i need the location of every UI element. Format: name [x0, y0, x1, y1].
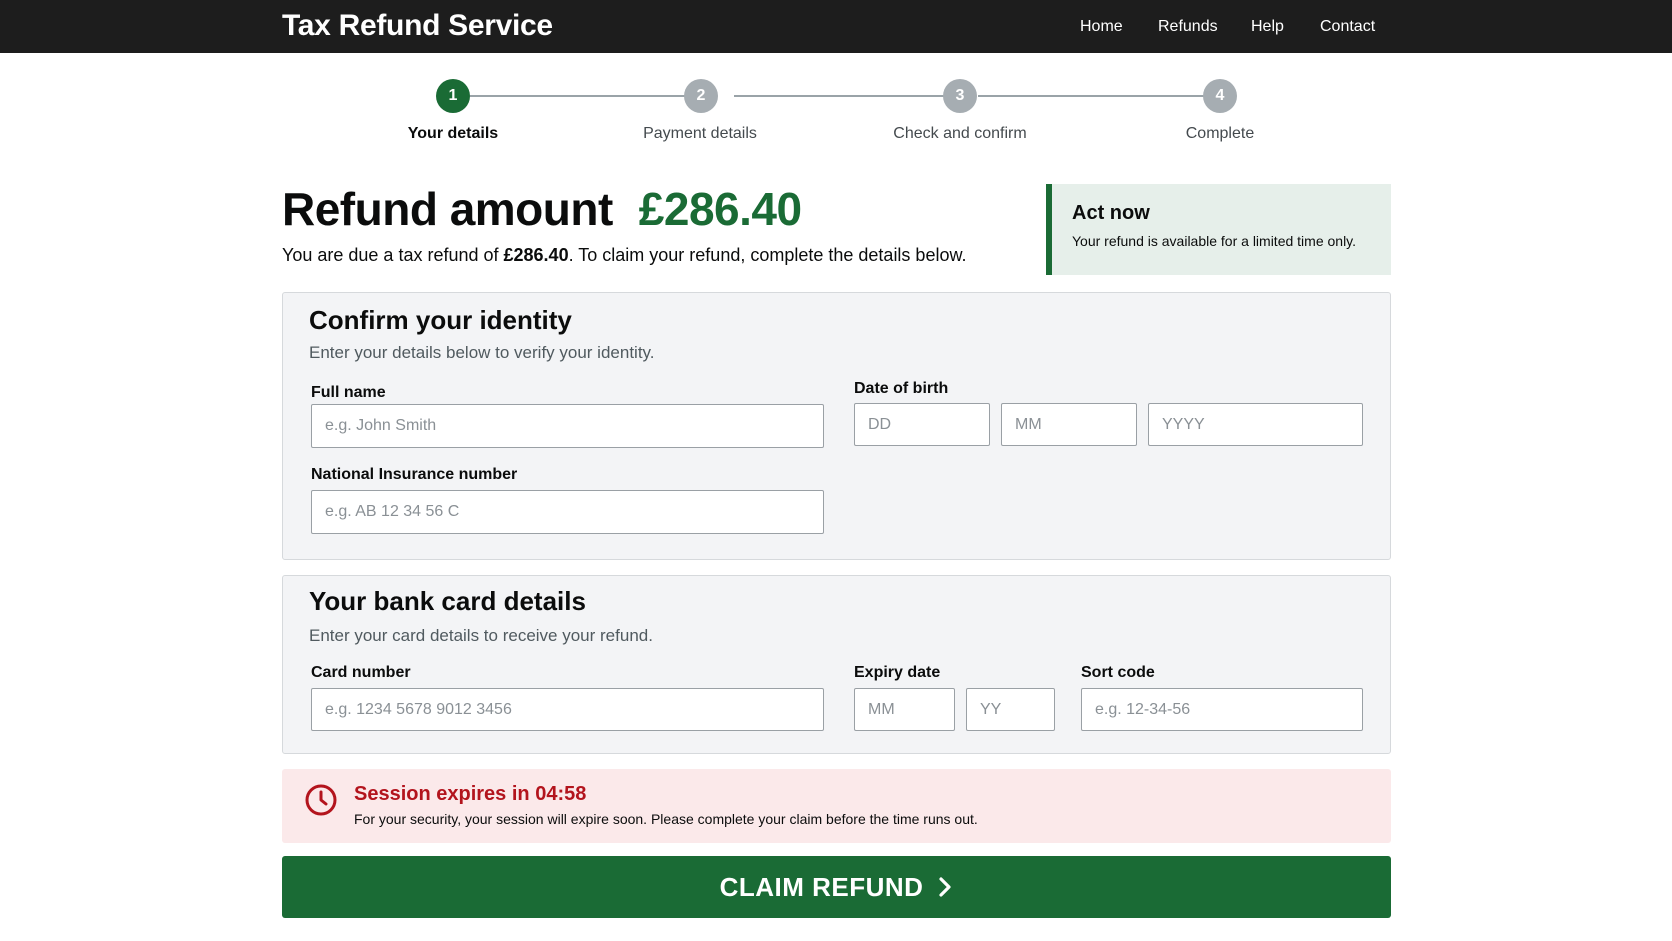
- refund-description-suffix: . To claim your refund, complete the det…: [568, 245, 967, 265]
- refund-amount: £286.40: [638, 183, 802, 235]
- step-connector: [734, 95, 944, 97]
- refund-description: You are due a tax refund of £286.40. To …: [282, 245, 966, 266]
- refund-heading: Refund amount £286.40: [282, 182, 802, 236]
- session-warning: Session expires in 04:58 For your securi…: [282, 769, 1391, 843]
- step-2-label: Payment details: [643, 125, 757, 142]
- card-panel-title: Your bank card details: [309, 586, 586, 616]
- nav-refunds[interactable]: Refunds: [1158, 18, 1218, 38]
- act-now-text: Your refund is available for a limited t…: [1072, 233, 1357, 249]
- step-3-label: Check and confirm: [893, 125, 1027, 142]
- dob-year-input[interactable]: [1148, 403, 1363, 446]
- dob-label: Date of birth: [854, 380, 949, 397]
- session-warning-text: For your security, your session will exp…: [354, 811, 978, 827]
- step-connector: [470, 95, 700, 97]
- step-2-indicator: 2: [684, 79, 718, 113]
- sort-code-input[interactable]: [1081, 688, 1363, 731]
- identity-panel: Confirm your identity Enter your details…: [282, 292, 1391, 560]
- site-brand[interactable]: Tax Refund Service: [282, 9, 553, 43]
- dob-day-input[interactable]: [854, 403, 990, 446]
- step-4-indicator: 4: [1203, 79, 1237, 113]
- top-header: Tax Refund Service Home Refunds Help Con…: [0, 0, 1672, 53]
- step-1-indicator: 1: [436, 79, 470, 113]
- sort-code-label: Sort code: [1081, 664, 1155, 681]
- full-name-label: Full name: [311, 384, 386, 401]
- full-name-input[interactable]: [311, 404, 824, 448]
- nav-help[interactable]: Help: [1251, 18, 1284, 38]
- refund-description-prefix: You are due a tax refund of: [282, 245, 504, 265]
- expiry-month-input[interactable]: [854, 688, 955, 731]
- card-number-label: Card number: [311, 664, 411, 681]
- nin-label: National Insurance number: [311, 466, 518, 483]
- expiry-year-input[interactable]: [966, 688, 1055, 731]
- nin-input[interactable]: [311, 490, 824, 534]
- act-now-title: Act now: [1072, 202, 1150, 224]
- card-panel-subtitle: Enter your card details to receive your …: [309, 626, 653, 645]
- refund-title-text: Refund amount: [282, 183, 613, 235]
- step-3-indicator: 3: [943, 79, 977, 113]
- nav-home[interactable]: Home: [1080, 18, 1123, 38]
- claim-refund-label: CLAIM REFUND: [719, 871, 924, 902]
- act-now-notice: Act now Your refund is available for a l…: [1046, 184, 1391, 275]
- claim-refund-button[interactable]: CLAIM REFUND: [282, 856, 1391, 918]
- card-panel: Your bank card details Enter your card d…: [282, 575, 1391, 754]
- identity-panel-subtitle: Enter your details below to verify your …: [309, 343, 655, 362]
- expiry-label: Expiry date: [854, 664, 941, 681]
- refund-description-amount: £286.40: [503, 245, 569, 265]
- identity-panel-title: Confirm your identity: [309, 305, 572, 335]
- chevron-right-icon: [939, 877, 952, 897]
- dob-month-input[interactable]: [1001, 403, 1137, 446]
- step-4-label: Complete: [1185, 125, 1255, 142]
- nav-contact[interactable]: Contact: [1320, 18, 1375, 38]
- clock-icon: [305, 784, 337, 816]
- session-countdown: Session expires in 04:58: [354, 783, 587, 805]
- step-1-label: Your details: [407, 125, 499, 142]
- step-connector: [978, 95, 1204, 97]
- card-number-input[interactable]: [311, 688, 824, 731]
